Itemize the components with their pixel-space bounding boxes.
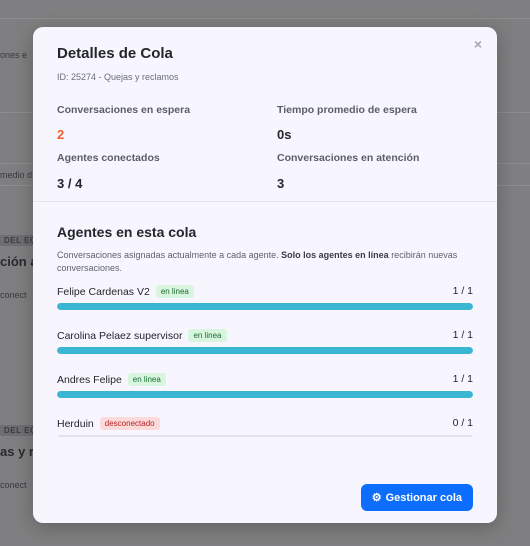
load-bar xyxy=(57,347,473,354)
agents-section-description: Conversaciones asignadas actualmente a c… xyxy=(57,250,458,273)
agents-list[interactable]: Felipe Cardenas V2 en linea 1 / 1 Carolin… xyxy=(57,283,473,437)
status-badge: desconectado xyxy=(99,417,160,430)
manage-queue-button[interactable]: ⚙ Gestionar cola xyxy=(360,484,473,511)
agent-count: 0 / 1 xyxy=(452,417,473,429)
stat-value-in-attention: 3 xyxy=(277,176,285,191)
gear-icon: ⚙ xyxy=(371,492,382,504)
agent-count: 1 / 1 xyxy=(452,329,473,341)
agent-count: 1 / 1 xyxy=(452,285,473,297)
stat-label-avg-wait: Tiempo promedio de espera xyxy=(277,104,417,116)
background-heading: ción a xyxy=(0,254,38,269)
agent-row: Carolina Pelaez supervisor en linea 1 / 1 xyxy=(57,327,473,371)
agent-name: Herduin xyxy=(57,418,94,430)
section-divider xyxy=(33,201,497,202)
agent-name: Andres Felipe xyxy=(57,374,122,386)
load-bar xyxy=(57,391,473,398)
background-heading: as y r xyxy=(0,444,34,459)
agent-name: Carolina Pelaez supervisor xyxy=(57,330,183,342)
load-bar-fill xyxy=(57,303,473,310)
agent-name: Felipe Cardenas V2 xyxy=(57,286,150,298)
agent-row: Felipe Cardenas V2 en linea 1 / 1 xyxy=(57,283,473,327)
background-divider xyxy=(0,18,530,19)
stat-value-avg-wait: 0s xyxy=(277,127,292,142)
queue-id: ID: 25274 - Quejas y reclamos xyxy=(57,72,179,82)
stat-label-waiting: Conversaciones en espera xyxy=(57,104,191,116)
queue-details-modal: × Detalles de Cola ID: 25274 - Quejas y … xyxy=(33,27,497,523)
stat-value-waiting: 2 xyxy=(57,127,65,142)
agent-row: Andres Felipe en linea 1 / 1 xyxy=(57,371,473,415)
close-icon[interactable]: × xyxy=(474,36,482,52)
background-text: ones e xyxy=(0,50,28,60)
background-text: conect xyxy=(0,290,27,300)
background-text: medio d xyxy=(0,170,33,180)
status-badge: en linea xyxy=(188,329,227,342)
load-bar xyxy=(57,303,473,310)
modal-title: Detalles de Cola xyxy=(57,45,173,62)
load-bar xyxy=(57,435,473,437)
status-badge: en linea xyxy=(127,373,166,386)
manage-queue-label: Gestionar cola xyxy=(385,491,462,504)
stat-label-in-attention: Conversaciones en atención xyxy=(277,152,420,164)
status-badge: en linea xyxy=(155,285,194,298)
agent-row: Herduin desconectado 0 / 1 xyxy=(57,415,473,437)
agent-count: 1 / 1 xyxy=(452,373,473,385)
stat-value-agents-connected: 3 / 4 xyxy=(57,176,83,191)
agents-section-title: Agentes en esta cola xyxy=(57,224,197,240)
load-bar-fill xyxy=(57,391,473,398)
stat-label-agents-connected: Agentes conectados xyxy=(57,152,160,164)
background-text: conect xyxy=(0,480,27,490)
load-bar-fill xyxy=(57,347,473,354)
